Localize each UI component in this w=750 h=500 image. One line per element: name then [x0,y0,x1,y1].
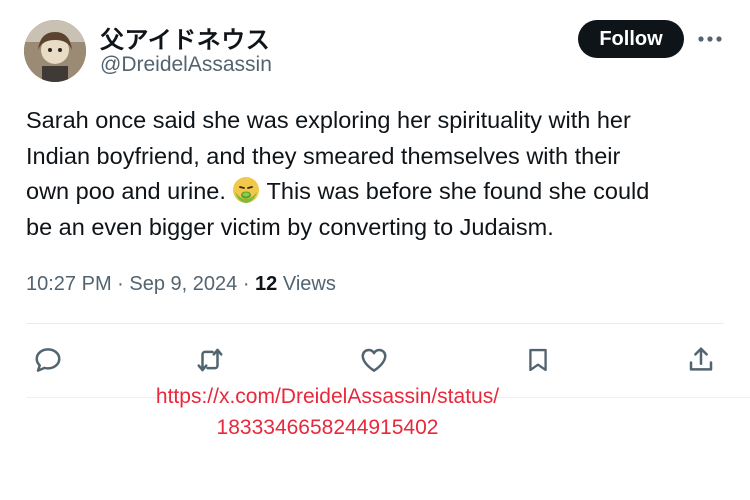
views-label: Views [277,273,336,295]
share-icon[interactable] [684,343,718,377]
views-count: 12 [255,273,278,295]
tweet-line-part: This was before she found she could [260,178,650,204]
avatar[interactable] [24,20,86,82]
more-horizontal-icon[interactable] [692,22,728,56]
tweet-meta: 10:27 PM · Sep 9, 2024 · 12 Views [26,273,336,296]
tweet-line: be an even bigger victim by converting t… [26,213,554,240]
source-url-line2: 1833346658244915402 [216,416,439,439]
tweet-line-part: own poo and urine. [26,178,226,204]
tweet-line: own poo and urine. This was before she f… [26,174,731,210]
divider [26,323,724,324]
retweet-icon[interactable] [193,343,227,377]
display-name[interactable]: 父アイドネウス [100,20,270,55]
bookmark-icon[interactable] [521,343,555,377]
tweet-date[interactable]: Sep 9, 2024 [129,273,237,295]
like-icon[interactable] [357,343,391,377]
nauseated-face-emoji-icon [232,176,260,204]
tweet-line: Sarah once said she was exploring her sp… [26,107,631,133]
tweet-line: Indian boyfriend, and they smeared thems… [26,142,621,169]
source-url-line1: https://x.com/DreidelAssassin/status/ [155,385,500,408]
tweet-text: Sarah once said she was exploring her sp… [26,103,731,245]
reply-icon[interactable] [31,343,65,377]
meta-separator: · [111,273,130,295]
tweet-time[interactable]: 10:27 PM [26,273,112,295]
user-handle[interactable]: @DreidelAssassin [100,53,272,77]
avatar-image [24,20,86,82]
meta-separator: · [237,273,256,295]
follow-button[interactable]: Follow [578,20,684,58]
